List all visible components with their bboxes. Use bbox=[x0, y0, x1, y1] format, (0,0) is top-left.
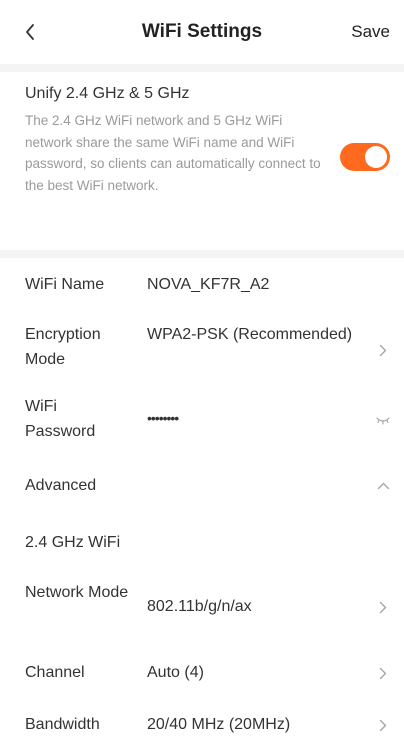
band-section-title: 2.4 GHz WiFi bbox=[25, 534, 121, 551]
network-mode-row[interactable]: Network Mode 802.11b/g/n/ax bbox=[0, 572, 404, 646]
wifi-password-value[interactable]: •••••••• bbox=[147, 406, 367, 431]
page-title: WiFi Settings bbox=[141, 21, 263, 42]
bandwidth-value: 20/40 MHz (20MHz) bbox=[147, 716, 291, 733]
advanced-label: Advanced bbox=[25, 477, 97, 494]
advanced-toggle-row[interactable]: Advanced bbox=[0, 456, 404, 514]
chevron-right-icon bbox=[376, 666, 390, 680]
toggle-knob bbox=[365, 146, 387, 168]
bandwidth-label: Bandwidth bbox=[25, 716, 100, 733]
section-divider bbox=[0, 64, 404, 72]
unify-bands-description: The 2.4 GHz WiFi network and 5 GHz WiFi … bbox=[25, 113, 321, 193]
band-section-header: 2.4 GHz WiFi bbox=[0, 514, 404, 572]
encryption-mode-label: Encryption Mode bbox=[25, 326, 101, 368]
network-mode-value: 802.11b/g/n/ax bbox=[147, 598, 252, 615]
unify-bands-toggle[interactable] bbox=[340, 143, 390, 171]
bandwidth-row[interactable]: Bandwidth 20/40 MHz (20MHz) bbox=[0, 702, 404, 735]
wifi-name-row[interactable]: WiFi Name NOVA_KF7R_A2 bbox=[0, 258, 404, 314]
settings-list: WiFi Name NOVA_KF7R_A2 Encryption Mode W… bbox=[0, 258, 404, 735]
wifi-password-row: WiFi Password •••••••• bbox=[0, 386, 404, 456]
save-button[interactable]: Save bbox=[351, 18, 390, 46]
channel-row[interactable]: Channel Auto (4) bbox=[0, 646, 404, 702]
wifi-name-value: NOVA_KF7R_A2 bbox=[147, 276, 270, 293]
unify-bands-title: Unify 2.4 GHz & 5 GHz bbox=[25, 85, 190, 102]
chevron-right-icon bbox=[376, 343, 390, 357]
chevron-up-icon bbox=[376, 479, 390, 493]
channel-value: Auto (4) bbox=[147, 664, 204, 681]
network-mode-label: Network Mode bbox=[25, 584, 129, 601]
wifi-name-label: WiFi Name bbox=[25, 276, 105, 293]
unify-bands-section: Unify 2.4 GHz & 5 GHz The 2.4 GHz WiFi n… bbox=[0, 72, 404, 250]
encryption-mode-value: WPA2-PSK (Recommended) bbox=[147, 326, 353, 343]
channel-label: Channel bbox=[25, 664, 85, 681]
chevron-right-icon bbox=[376, 718, 390, 732]
chevron-right-icon bbox=[376, 600, 390, 614]
section-divider bbox=[0, 250, 404, 258]
encryption-mode-row[interactable]: Encryption Mode WPA2-PSK (Recommended) bbox=[0, 314, 404, 386]
eye-closed-icon[interactable] bbox=[374, 414, 392, 428]
header-bar: WiFi Settings Save bbox=[0, 0, 404, 64]
wifi-password-label: WiFi Password bbox=[25, 398, 96, 440]
